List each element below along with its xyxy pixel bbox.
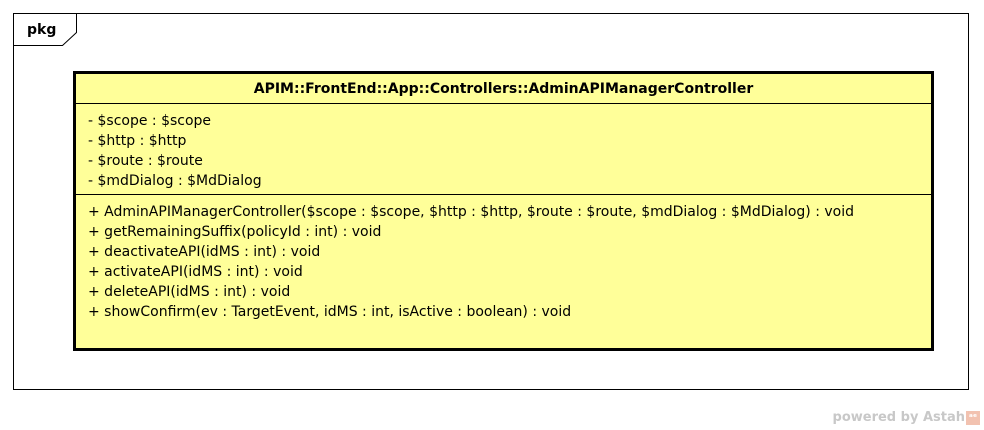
operation-item: + getRemainingSuffix(policyId : int) : v… [88, 224, 382, 240]
package-label: pkg [27, 22, 57, 38]
operation-item: + deleteAPI(idMS : int) : void [88, 284, 291, 300]
operation-item: + activateAPI(idMS : int) : void [88, 264, 303, 280]
attribute-item: - $mdDialog : $MdDialog [88, 173, 262, 189]
attribute-item: - $scope : $scope [88, 113, 212, 129]
operations-compartment: + AdminAPIManagerController($scope : $sc… [76, 195, 931, 322]
class-box[interactable]: APIM::FrontEnd::App::Controllers::AdminA… [73, 71, 934, 351]
operation-item: + showConfirm(ev : TargetEvent, idMS : i… [88, 304, 572, 320]
operation-item: + AdminAPIManagerController($scope : $sc… [88, 204, 855, 220]
attribute-item: - $http : $http [88, 133, 187, 149]
attribute-item: - $route : $route [88, 153, 203, 169]
astah-logo-icon: ᵃᵉ [966, 411, 980, 425]
astah-watermark: powered by Astah ᵃᵉ [833, 410, 980, 426]
class-name: APIM::FrontEnd::App::Controllers::AdminA… [76, 74, 931, 104]
operation-item: + deactivateAPI(idMS : int) : void [88, 244, 321, 260]
attributes-compartment: - $scope : $scope - $http : $http - $rou… [76, 104, 931, 195]
watermark-text: powered by Astah [832, 410, 965, 425]
